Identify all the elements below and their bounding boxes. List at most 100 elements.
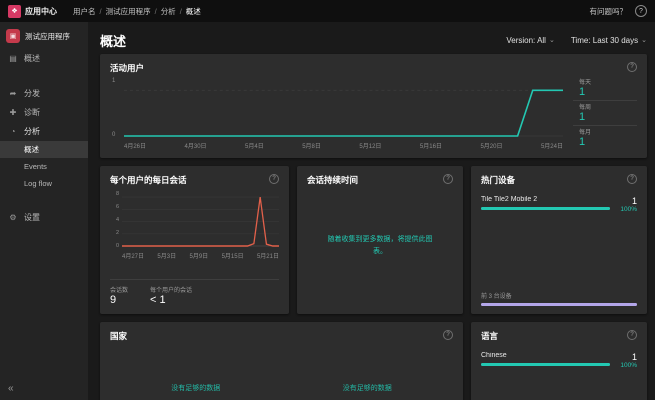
help-icon[interactable]: ? [627, 174, 637, 184]
session-duration-empty-message: 随着收集到更多数据，将提供此图表。 [307, 186, 453, 306]
y-tick: 8 [110, 191, 119, 197]
sidebar-item-analytics[interactable]: ◔ 分析 [0, 122, 88, 141]
y-tick: 2 [110, 230, 119, 236]
stat-session-count-label: 会话数 [110, 285, 128, 294]
sidebar-section-gap [0, 68, 88, 84]
x-tick: 5月16日 [420, 141, 442, 150]
sidebar-item-log-flow[interactable]: Log flow [0, 175, 88, 192]
daily-sessions-card: 每个用户的每日会话 ? 8 6 4 2 0 [100, 166, 289, 314]
x-tick: 5月20日 [480, 141, 502, 150]
active-users-stats: 每天 1 每周 1 每月 1 [573, 76, 637, 150]
x-tick: 5月4日 [245, 141, 264, 150]
stat-weekly: 每周 1 [573, 101, 637, 126]
stat-sessions-per-user-label: 每个用户的会话 [150, 285, 192, 294]
time-filter[interactable]: Time: Last 30 days ⌄ [571, 36, 647, 45]
sidebar-item-overview[interactable]: ▤ 概述 [0, 49, 88, 68]
sidebar-item-analytics-overview[interactable]: 概述 [0, 141, 88, 158]
help-icon[interactable]: ? [269, 174, 279, 184]
diagnostics-icon: ✚ [8, 108, 18, 117]
active-users-card-header: 活动用户 ? [110, 62, 637, 74]
breadcrumb-analytics[interactable]: 分析 [151, 6, 176, 17]
page-title: 概述 [100, 31, 126, 50]
sidebar-item-distribute-label: 分发 [24, 88, 40, 99]
y-axis-label-0: 0 [112, 132, 115, 138]
brand-name: 应用中心 [25, 6, 57, 17]
app-switcher[interactable]: ▣ 测试应用程序 [0, 22, 88, 49]
breadcrumb-overview[interactable]: 概述 [176, 6, 201, 17]
countries-body: 没有足够的数据 没有足够的数据 [110, 342, 453, 400]
x-tick: 4月26日 [124, 141, 146, 150]
active-users-chart: 1 0 4月26日 4月30日 5月4日 5月8日 5月12日 5月16日 5月… [110, 76, 563, 150]
sidebar-item-analytics-overview-label: 概述 [24, 144, 39, 155]
sidebar-item-events-label: Events [24, 162, 47, 171]
filters: Version: All ⌄ Time: Last 30 days ⌄ [506, 36, 647, 45]
x-tick: 5月12日 [359, 141, 381, 150]
analytics-icon: ◔ [8, 127, 18, 136]
app-center-logo-icon: ❖ [8, 5, 21, 18]
language-bar-track [481, 363, 610, 366]
sidebar-item-diagnostics[interactable]: ✚ 诊断 [0, 103, 88, 122]
stat-weekly-label: 每周 [579, 102, 637, 111]
language-count: 1 [620, 352, 637, 362]
y-tick: 0 [110, 243, 119, 249]
version-filter[interactable]: Version: All ⌄ [506, 36, 554, 45]
row-3: 国家 ? 没有足够的数据 没有足够的数据 语言 ? Chinese [100, 322, 647, 400]
device-count: 1 [620, 196, 637, 206]
brand-home-link[interactable]: ❖ 应用中心 [8, 5, 57, 18]
sidebar-item-events[interactable]: Events [0, 158, 88, 175]
sidebar-collapse-button[interactable]: « [0, 377, 88, 400]
sidebar-item-distribute[interactable]: ➦ 分发 [0, 84, 88, 103]
language-row: Chinese 1 100% [481, 352, 637, 369]
device-percent: 100% [620, 206, 637, 213]
x-tick: 4月30日 [185, 141, 207, 150]
sessions-x-axis: 4月27日 5月3日 5月9日 5月15日 5月21日 [122, 251, 279, 260]
device-row: Tile Tile2 Mobile 2 1 100% [481, 196, 637, 213]
breadcrumb-user[interactable]: 用户名 [73, 6, 96, 17]
active-users-title: 活动用户 [110, 62, 144, 74]
help-icon[interactable]: ? [443, 174, 453, 184]
active-users-card: 活动用户 ? 1 0 4月26日 4月30日 5月4日 5月8日 5月12日 5… [100, 54, 647, 158]
stat-sessions-per-user-value: < 1 [150, 294, 192, 306]
sidebar-item-settings[interactable]: ⚙ 设置 [0, 208, 88, 227]
app-icon-glyph: ▣ [10, 32, 17, 40]
page-header: 概述 Version: All ⌄ Time: Last 30 days ⌄ [100, 32, 647, 48]
session-duration-title: 会话持续时间 [307, 174, 358, 186]
breadcrumb: 用户名 测试应用程序 分析 概述 [73, 6, 201, 17]
sidebar-item-diagnostics-label: 诊断 [24, 107, 40, 118]
daily-sessions-chart: 8 6 4 2 0 [110, 191, 279, 249]
brand-glyph: ❖ [11, 7, 17, 15]
x-tick: 5月24日 [541, 141, 563, 150]
active-users-series [124, 90, 563, 136]
active-users-body: 1 0 4月26日 4月30日 5月4日 5月8日 5月12日 5月16日 5月… [110, 76, 637, 150]
language-bar-fill [481, 363, 610, 366]
top-devices-footer-label: 前 3 台设备 [481, 291, 637, 300]
help-icon[interactable]: ? [627, 330, 637, 340]
top-devices-card: 热门设备 ? Tile Tile2 Mobile 2 1 100% 前 3 台设… [471, 166, 647, 314]
x-tick: 5月15日 [222, 251, 244, 260]
distribute-icon: ➦ [8, 89, 18, 98]
active-users-line-chart [124, 85, 563, 139]
footer-bar-fill [481, 303, 637, 306]
help-link[interactable]: 有问题吗？ [590, 6, 628, 17]
app-name: 测试应用程序 [25, 31, 70, 42]
help-icon[interactable]: ? [635, 5, 647, 17]
active-users-x-axis: 4月26日 4月30日 5月4日 5月8日 5月12日 5月16日 5月20日 … [124, 141, 563, 150]
help-icon[interactable]: ? [627, 62, 637, 72]
stat-sessions-per-user: 每个用户的会话 < 1 [150, 285, 192, 306]
settings-gear-icon: ⚙ [8, 213, 18, 222]
sessions-y-axis: 8 6 4 2 0 [110, 191, 119, 249]
countries-empty-list: 没有足够的数据 [282, 383, 454, 393]
help-icon[interactable]: ? [443, 330, 453, 340]
session-duration-card: 会话持续时间 ? 随着收集到更多数据，将提供此图表。 [297, 166, 463, 314]
chevron-down-icon: ⌄ [641, 36, 647, 44]
x-tick: 5月8日 [302, 141, 321, 150]
app-icon: ▣ [6, 29, 20, 43]
stat-session-count-value: 9 [110, 294, 128, 306]
y-tick: 4 [110, 217, 119, 223]
stat-monthly-label: 每月 [579, 127, 637, 136]
time-filter-label: Time: Last 30 days [571, 36, 638, 45]
x-tick: 5月3日 [157, 251, 176, 260]
sessions-stats: 会话数 9 每个用户的会话 < 1 [110, 279, 279, 306]
breadcrumb-app[interactable]: 测试应用程序 [96, 6, 151, 17]
sidebar-item-analytics-label: 分析 [24, 126, 40, 137]
